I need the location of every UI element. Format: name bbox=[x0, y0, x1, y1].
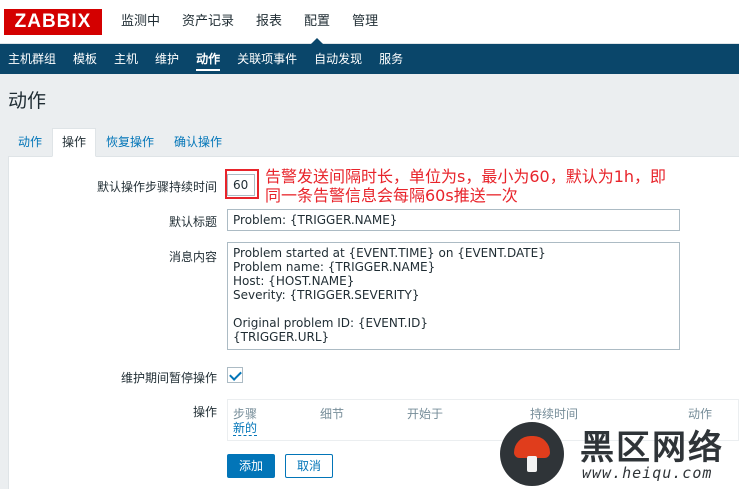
main-menu: 监测中 资产记录 报表 配置 管理 bbox=[110, 0, 389, 44]
highlight-box bbox=[225, 169, 259, 199]
menu-reports[interactable]: 报表 bbox=[245, 0, 293, 44]
tab-bar: 动作 操作 恢复操作 确认操作 bbox=[8, 128, 232, 157]
operations-label: 操作 bbox=[192, 405, 217, 419]
menu-monitoring[interactable]: 监测中 bbox=[110, 0, 171, 44]
add-button[interactable]: 添加 bbox=[227, 454, 275, 478]
mushroom-logo-icon bbox=[500, 422, 564, 486]
cancel-button[interactable]: 取消 bbox=[285, 454, 333, 478]
tab-acknowledge-operations[interactable]: 确认操作 bbox=[164, 128, 232, 157]
column-steps: 步骤 bbox=[233, 407, 258, 421]
submenu-actions[interactable]: 动作 bbox=[188, 44, 229, 74]
pause-checkbox[interactable] bbox=[227, 367, 243, 383]
submenu-templates[interactable]: 模板 bbox=[65, 44, 106, 74]
watermark-url: www.heiqu.com bbox=[582, 464, 713, 482]
watermark: 黑区网络 www.heiqu.com bbox=[500, 418, 739, 489]
tab-recovery-operations[interactable]: 恢复操作 bbox=[96, 128, 164, 157]
subject-label: 默认标题 bbox=[168, 215, 217, 229]
submenu-discovery[interactable]: 自动发现 bbox=[306, 44, 371, 74]
watermark-text: 黑区网络 bbox=[580, 428, 724, 468]
submenu-hosts[interactable]: 主机 bbox=[106, 44, 147, 74]
step-duration-label: 默认操作步骤持续时间 bbox=[96, 180, 217, 194]
new-operation-link[interactable]: 新的 bbox=[233, 422, 258, 436]
annotation-line-1: 告警发送间隔时长，单位为s，最小为60，默认为1h，即 bbox=[265, 167, 667, 186]
menu-configuration[interactable]: 配置 bbox=[293, 0, 341, 44]
menu-inventory[interactable]: 资产记录 bbox=[171, 0, 245, 44]
subject-input[interactable] bbox=[227, 209, 680, 231]
message-textarea[interactable]: Problem started at {EVENT.TIME} on {EVEN… bbox=[227, 242, 680, 350]
submenu-maintenance[interactable]: 维护 bbox=[147, 44, 188, 74]
column-start-in: 开始于 bbox=[407, 407, 444, 421]
submenu-services[interactable]: 服务 bbox=[371, 44, 412, 74]
column-details: 细节 bbox=[320, 407, 345, 421]
submenu-event-correlation[interactable]: 关联项事件 bbox=[229, 44, 306, 74]
annotation-note: 告警发送间隔时长，单位为s，最小为60，默认为1h，即 同一条告警信息会每隔60… bbox=[265, 166, 739, 206]
tab-action[interactable]: 动作 bbox=[8, 128, 52, 157]
message-label: 消息内容 bbox=[168, 250, 217, 264]
submenu-host-groups[interactable]: 主机群组 bbox=[0, 44, 65, 74]
menu-administration[interactable]: 管理 bbox=[341, 0, 389, 44]
top-bar: ZABBIX 监测中 资产记录 报表 配置 管理 bbox=[0, 0, 739, 44]
annotation-line-2: 同一条告警信息会每隔60s推送一次 bbox=[265, 186, 518, 205]
page-title: 动作 bbox=[8, 90, 47, 112]
sub-menu: 主机群组 模板 主机 维护 动作 关联项事件 自动发现 服务 bbox=[0, 44, 739, 74]
zabbix-logo[interactable]: ZABBIX bbox=[4, 9, 102, 35]
pause-label: 维护期间暂停操作 bbox=[120, 371, 217, 385]
tab-operations[interactable]: 操作 bbox=[52, 128, 97, 157]
